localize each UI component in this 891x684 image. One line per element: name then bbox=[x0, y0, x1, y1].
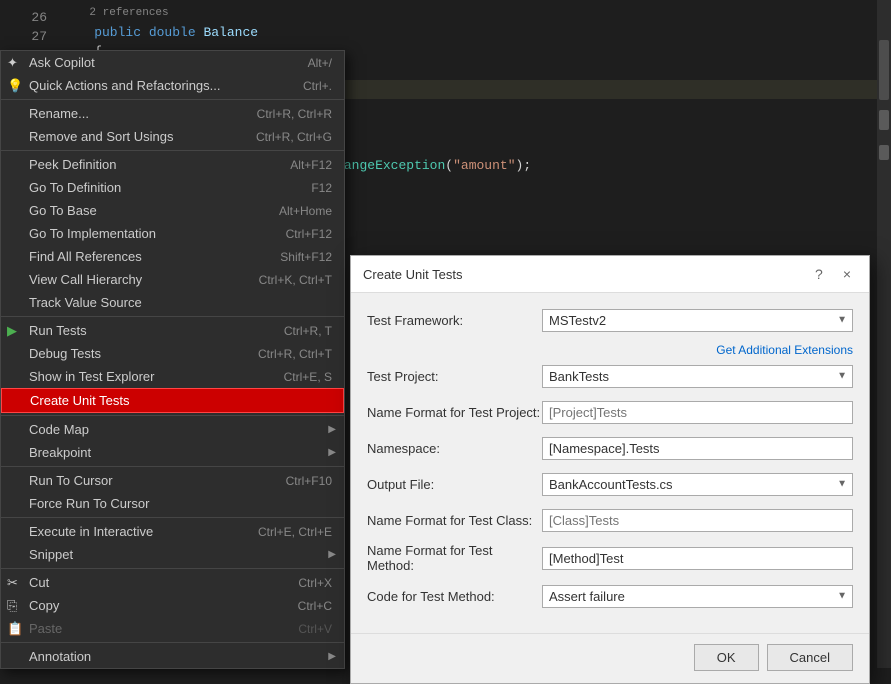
name-format-project-row: Name Format for Test Project: bbox=[367, 399, 853, 425]
dialog-title: Create Unit Tests bbox=[363, 267, 462, 282]
name-format-method-input[interactable] bbox=[542, 547, 853, 570]
name-format-class-control bbox=[542, 509, 853, 532]
menu-item-view-call[interactable]: View Call Hierarchy Ctrl+K, Ctrl+T bbox=[1, 268, 344, 291]
menu-item-copy[interactable]: ⎘ Copy Ctrl+C bbox=[1, 594, 344, 617]
name-format-method-label: Name Format for Test Method: bbox=[367, 543, 542, 573]
dialog-titlebar: Create Unit Tests ? × bbox=[351, 256, 869, 293]
menu-item-quick-actions[interactable]: 💡 Quick Actions and Refactorings... Ctrl… bbox=[1, 74, 344, 97]
menu-item-paste[interactable]: 📋 Paste Ctrl+V bbox=[1, 617, 344, 640]
separator-6 bbox=[1, 517, 344, 518]
test-project-control: BankTests bbox=[542, 365, 853, 388]
menu-item-code-map[interactable]: Code Map bbox=[1, 418, 344, 441]
dialog-footer: OK Cancel bbox=[351, 633, 869, 683]
run-tests-icon: ▶ bbox=[7, 323, 17, 339]
menu-item-remove-sort[interactable]: Remove and Sort Usings Ctrl+R, Ctrl+G bbox=[1, 125, 344, 148]
menu-item-peek-def[interactable]: Peek Definition Alt+F12 bbox=[1, 153, 344, 176]
ok-button[interactable]: OK bbox=[694, 644, 759, 671]
output-file-row: Output File: BankAccountTests.cs bbox=[367, 471, 853, 497]
menu-item-execute-interactive[interactable]: Execute in Interactive Ctrl+E, Ctrl+E bbox=[1, 520, 344, 543]
cancel-button[interactable]: Cancel bbox=[767, 644, 853, 671]
additional-extensions-row: Get Additional Extensions bbox=[367, 343, 853, 357]
create-unit-tests-dialog: Create Unit Tests ? × Test Framework: MS… bbox=[350, 255, 870, 684]
menu-item-annotation[interactable]: Annotation bbox=[1, 645, 344, 668]
menu-item-ask-copilot[interactable]: ✦ Ask Copilot Alt+/ bbox=[1, 51, 344, 74]
menu-item-go-to-def[interactable]: Go To Definition F12 bbox=[1, 176, 344, 199]
test-project-select[interactable]: BankTests bbox=[542, 365, 853, 388]
lightbulb-icon: 💡 bbox=[7, 78, 23, 94]
code-for-method-control: Assert failure bbox=[542, 585, 853, 608]
test-project-label: Test Project: bbox=[367, 369, 542, 384]
additional-extensions-link[interactable]: Get Additional Extensions bbox=[716, 343, 853, 357]
menu-item-run-cursor[interactable]: Run To Cursor Ctrl+F10 bbox=[1, 469, 344, 492]
menu-item-find-all-ref[interactable]: Find All References Shift+F12 bbox=[1, 245, 344, 268]
namespace-row: Namespace: bbox=[367, 435, 853, 461]
cut-icon: ✂ bbox=[7, 575, 18, 591]
menu-item-snippet[interactable]: Snippet bbox=[1, 543, 344, 566]
dialog-close-button[interactable]: × bbox=[837, 264, 857, 284]
namespace-input[interactable] bbox=[542, 437, 853, 460]
separator-1 bbox=[1, 99, 344, 100]
name-format-class-label: Name Format for Test Class: bbox=[367, 513, 542, 528]
name-format-project-control bbox=[542, 401, 853, 424]
menu-item-debug-tests[interactable]: Debug Tests Ctrl+R, Ctrl+T bbox=[1, 342, 344, 365]
menu-item-force-run-cursor[interactable]: Force Run To Cursor bbox=[1, 492, 344, 515]
copy-icon: ⎘ bbox=[7, 598, 17, 614]
separator-7 bbox=[1, 568, 344, 569]
code-for-method-label: Code for Test Method: bbox=[367, 589, 542, 604]
name-format-project-label: Name Format for Test Project: bbox=[367, 405, 542, 420]
output-file-select[interactable]: BankAccountTests.cs bbox=[542, 473, 853, 496]
menu-item-rename[interactable]: Rename... Ctrl+R, Ctrl+R bbox=[1, 102, 344, 125]
test-framework-label: Test Framework: bbox=[367, 313, 542, 328]
menu-item-run-tests[interactable]: ▶ Run Tests Ctrl+R, T bbox=[1, 319, 344, 342]
test-framework-row: Test Framework: MSTestv2 bbox=[367, 307, 853, 333]
namespace-label: Namespace: bbox=[367, 441, 542, 456]
menu-item-create-unit-tests[interactable]: Create Unit Tests ➜ bbox=[1, 388, 344, 413]
name-format-class-row: Name Format for Test Class: bbox=[367, 507, 853, 533]
separator-3 bbox=[1, 316, 344, 317]
menu-item-breakpoint[interactable]: Breakpoint bbox=[1, 441, 344, 464]
output-file-control: BankAccountTests.cs bbox=[542, 473, 853, 496]
scrollbar-track[interactable] bbox=[877, 0, 891, 668]
menu-item-go-to-base[interactable]: Go To Base Alt+Home bbox=[1, 199, 344, 222]
test-framework-select[interactable]: MSTestv2 bbox=[542, 309, 853, 332]
paste-icon: 📋 bbox=[7, 621, 23, 637]
name-format-class-input[interactable] bbox=[542, 509, 853, 532]
separator-5 bbox=[1, 466, 344, 467]
separator-2 bbox=[1, 150, 344, 151]
separator-8 bbox=[1, 642, 344, 643]
separator-4 bbox=[1, 415, 344, 416]
menu-item-show-test-explorer[interactable]: Show in Test Explorer Ctrl+E, S bbox=[1, 365, 344, 388]
name-format-method-row: Name Format for Test Method: bbox=[367, 543, 853, 573]
namespace-control bbox=[542, 437, 853, 460]
dialog-help-button[interactable]: ? bbox=[809, 264, 829, 284]
copilot-icon: ✦ bbox=[7, 55, 18, 71]
output-file-label: Output File: bbox=[367, 477, 542, 492]
test-project-row: Test Project: BankTests bbox=[367, 363, 853, 389]
code-for-method-row: Code for Test Method: Assert failure bbox=[367, 583, 853, 609]
scrollbar-thumb[interactable] bbox=[879, 40, 889, 100]
menu-item-cut[interactable]: ✂ Cut Ctrl+X bbox=[1, 571, 344, 594]
context-menu: ✦ Ask Copilot Alt+/ 💡 Quick Actions and … bbox=[0, 50, 345, 669]
dialog-content: Test Framework: MSTestv2 Get Additional … bbox=[351, 293, 869, 633]
code-for-method-select[interactable]: Assert failure bbox=[542, 585, 853, 608]
test-framework-control: MSTestv2 bbox=[542, 309, 853, 332]
menu-item-track-value[interactable]: Track Value Source bbox=[1, 291, 344, 314]
name-format-method-control bbox=[542, 547, 853, 570]
name-format-project-input[interactable] bbox=[542, 401, 853, 424]
titlebar-buttons: ? × bbox=[809, 264, 857, 284]
menu-item-go-to-impl[interactable]: Go To Implementation Ctrl+F12 bbox=[1, 222, 344, 245]
